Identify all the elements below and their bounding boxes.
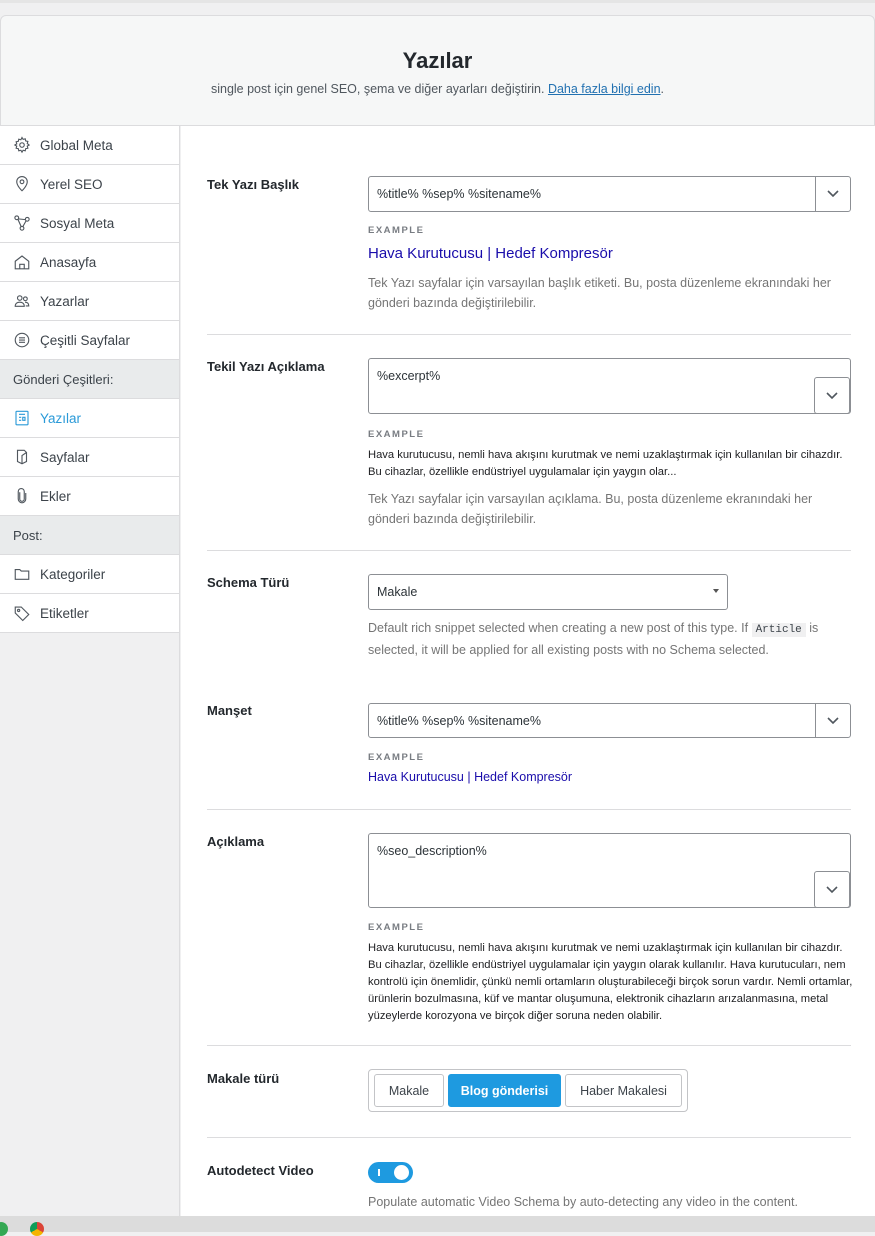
tag-icon — [12, 603, 32, 623]
headline-variables-button[interactable] — [815, 703, 851, 738]
sidebar-item-social-meta[interactable]: Sosyal Meta — [0, 204, 179, 243]
share-icon — [12, 213, 32, 233]
article-description-label: Açıklama — [207, 834, 265, 849]
document-icon — [12, 408, 32, 428]
sidebar-item-label: Çeşitli Sayfalar — [40, 332, 131, 348]
sidebar-item-label: Etiketler — [40, 605, 89, 621]
window-top-edge — [0, 0, 875, 3]
os-taskbar — [0, 1216, 875, 1236]
article-type-button-group: Makale Blog gönderisi Haber Makalesi — [368, 1069, 688, 1112]
article-type-label: Makale türü — [207, 1071, 280, 1086]
schema-help-text: Default rich snippet selected when creat… — [368, 618, 848, 660]
chevron-down-icon — [826, 391, 838, 399]
sidebar-heading-post: Post: — [0, 516, 179, 555]
sidebar-item-pages[interactable]: Sayfalar — [0, 438, 179, 477]
single-description-label: Tekil Yazı Açıklama — [207, 359, 325, 374]
list-circle-icon — [12, 330, 32, 350]
autodetect-video-toggle[interactable] — [368, 1162, 413, 1183]
sidebar-item-authors[interactable]: Yazarlar — [0, 282, 179, 321]
sidebar-item-local-seo[interactable]: Yerel SEO — [0, 165, 179, 204]
sidebar-item-tags[interactable]: Etiketler — [0, 594, 179, 633]
page-icon — [12, 447, 32, 467]
folder-icon — [12, 564, 32, 584]
chevron-down-icon — [826, 885, 838, 893]
sidebar-item-label: Anasayfa — [40, 254, 97, 270]
single-title-input[interactable]: %title% %sep% %sitename% — [368, 176, 816, 212]
section-divider — [207, 809, 851, 810]
gear-icon — [12, 135, 32, 155]
sidebar-item-attachments[interactable]: Ekler — [0, 477, 179, 516]
single-title-label: Tek Yazı Başlık — [207, 177, 300, 192]
section-divider — [207, 334, 851, 335]
sidebar-heading-post-types: Gönderi Çeşitleri: — [0, 360, 179, 399]
page-header: Yazılar single post için genel SEO, şema… — [0, 15, 875, 126]
location-pin-icon — [12, 174, 32, 194]
article-description-textarea[interactable]: %seo_description% — [368, 833, 851, 908]
example-label: EXAMPLE — [368, 922, 425, 933]
headline-example-preview: Hava Kurutucusu | Hedef Kompresör — [368, 770, 573, 784]
toggle-knob — [394, 1165, 409, 1180]
autodetect-video-help-text: Populate automatic Video Schema by auto-… — [368, 1195, 798, 1209]
article-description-variables-button[interactable] — [814, 871, 850, 908]
sidebar-item-label: Yerel SEO — [40, 176, 103, 192]
sidebar-item-label: Yazılar — [40, 410, 82, 426]
app-icon[interactable] — [0, 1222, 8, 1236]
schema-help-before: Default rich snippet selected when creat… — [368, 621, 749, 635]
example-label: EXAMPLE — [368, 752, 425, 763]
section-divider — [207, 1045, 851, 1046]
browser-icon[interactable] — [30, 1222, 44, 1236]
title-example-preview: Hava Kurutucusu | Hedef Kompresör — [368, 245, 613, 262]
sidebar-item-categories[interactable]: Kategoriler — [0, 555, 179, 594]
users-icon — [12, 291, 32, 311]
sidebar-item-label: Global Meta — [40, 137, 113, 153]
sidebar-item-misc-pages[interactable]: Çeşitli Sayfalar — [0, 321, 179, 360]
description-example-preview: Hava kurutucusu, nemli hava akışını kuru… — [368, 449, 843, 478]
subtitle-period: . — [660, 82, 665, 96]
sidebar-item-label: Kategoriler — [40, 566, 106, 582]
toggle-on-indicator — [378, 1169, 380, 1176]
learn-more-link[interactable]: Daha fazla bilgi edin — [548, 82, 661, 96]
single-title-variables-button[interactable] — [815, 176, 851, 212]
sidebar-item-global-meta[interactable]: Global Meta — [0, 126, 179, 165]
example-label: EXAMPLE — [368, 225, 425, 236]
description-variables-button[interactable] — [814, 377, 850, 414]
article-type-option-blog-post[interactable]: Blog gönderisi — [448, 1074, 561, 1107]
settings-panel: Tek Yazı Başlık %title% %sep% %sitename%… — [181, 126, 875, 1216]
page-title: Yazılar — [402, 48, 473, 73]
schema-help-code: Article — [751, 623, 806, 637]
sidebar-item-homepage[interactable]: Anasayfa — [0, 243, 179, 282]
dropdown-caret-icon — [713, 589, 719, 593]
headline-input[interactable]: %title% %sep% %sitename% — [368, 703, 816, 738]
chevron-down-icon — [827, 190, 839, 198]
headline-label: Manşet — [207, 703, 252, 718]
article-type-option-news-article[interactable]: Haber Makalesi — [565, 1074, 682, 1107]
schema-type-label: Schema Türü — [207, 575, 290, 590]
subtitle-text: single post için genel SEO, şema ve diğe… — [210, 82, 545, 96]
single-description-textarea[interactable]: %excerpt% — [368, 358, 851, 414]
sidebar-item-label: Ekler — [40, 488, 71, 504]
sidebar-item-label: Sosyal Meta — [40, 215, 115, 231]
example-label: EXAMPLE — [368, 429, 425, 440]
sidebar-item-label: Yazarlar — [40, 293, 90, 309]
article-description-example-preview: Hava kurutucusu, nemli hava akışını kuru… — [368, 942, 853, 1022]
chevron-down-icon — [827, 716, 839, 724]
sidebar-item-label: Sayfalar — [40, 449, 90, 465]
autodetect-video-label: Autodetect Video — [207, 1163, 314, 1178]
paperclip-icon — [12, 486, 32, 506]
description-help-text: Tek Yazı sayfalar için varsayılan açıkla… — [368, 492, 813, 526]
schema-type-select[interactable]: Makale — [368, 574, 728, 610]
home-icon — [12, 252, 32, 272]
section-divider — [207, 550, 851, 551]
page-subtitle: single post için genel SEO, şema ve diğe… — [1, 82, 874, 96]
settings-sidebar: Global Meta Yerel SEO Sosyal Meta Anasay… — [0, 126, 180, 1216]
sidebar-item-posts[interactable]: Yazılar — [0, 399, 179, 438]
section-divider — [207, 1137, 851, 1138]
article-type-option-article[interactable]: Makale — [374, 1074, 444, 1107]
schema-type-selected-value: Makale — [377, 585, 418, 599]
title-help-text: Tek Yazı sayfalar için varsayılan başlık… — [368, 276, 831, 310]
